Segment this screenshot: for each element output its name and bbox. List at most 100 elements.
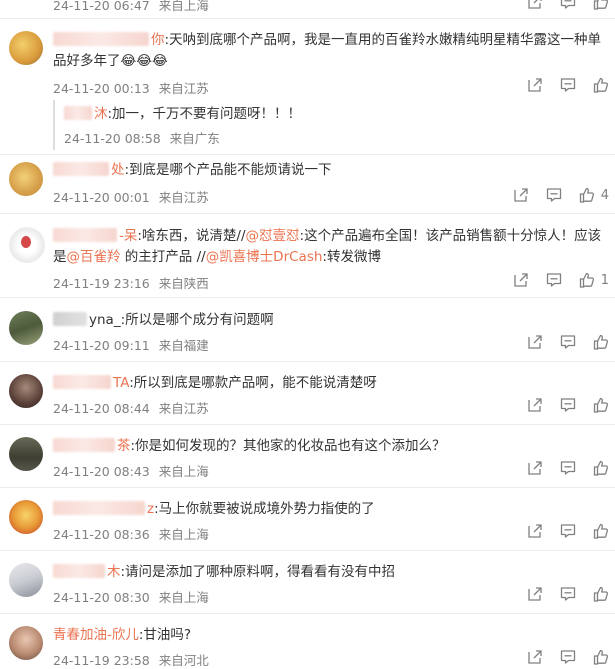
reply-time: 24-11-20 08:58 [64,131,161,146]
like-button[interactable] [593,523,609,539]
comment-text: TA:所以到底是哪款产品啊，能不能说清楚呀 [53,373,607,394]
avatar[interactable] [9,500,43,534]
avatar[interactable] [9,162,43,196]
comment-button[interactable] [560,586,576,602]
like-icon [579,187,595,203]
comment-button[interactable] [560,334,576,350]
comment-location: 来自江苏 [158,81,209,96]
mention-link[interactable]: @怼壹怼 [246,228,300,244]
reply-username[interactable]: 沐 [94,106,108,122]
comment-time: 24-11-20 00:13 [53,81,150,96]
like-button[interactable] [593,334,609,350]
share-button[interactable] [527,523,543,539]
comment-button[interactable] [560,77,576,93]
like-button[interactable] [593,77,609,93]
avatar[interactable] [9,227,45,263]
comment-actions [510,649,609,665]
username-blurred[interactable] [53,228,117,242]
avatar[interactable] [9,563,43,597]
like-button[interactable]: 1 [579,272,609,288]
comment-body: :甘油吗? [138,627,192,643]
avatar[interactable] [9,626,43,660]
comment-time: 24-11-20 06:47 [53,0,150,13]
reply-body: :加一，千万不要有问题呀！！！ [107,106,302,122]
comment-button[interactable] [560,460,576,476]
comment-button[interactable] [560,397,576,413]
divider [0,297,615,298]
share-icon [513,272,529,288]
comment-button[interactable] [546,187,562,203]
comment-text: 处:到底是哪个产品能不能烦请说一下 [53,160,607,181]
mention-link[interactable]: @百雀羚 [67,249,121,265]
comment-button[interactable] [546,272,562,288]
username[interactable]: 处 [111,162,125,178]
divider [0,361,615,362]
like-icon [593,523,609,539]
comment-time: 24-11-20 08:30 [53,590,150,605]
like-button[interactable]: 4 [579,187,609,203]
comment-icon [546,187,562,203]
comment-text: 茶:你是如何发现的？其他家的化妆品也有这个添加么？ [53,436,607,457]
avatar[interactable] [9,311,43,345]
comment-time: 24-11-20 08:43 [53,464,150,479]
share-button[interactable] [527,460,543,476]
username[interactable]: 青春加油-欣儿 [53,627,139,643]
reply-location: 来自广东 [169,131,220,146]
comment-actions [510,523,609,539]
username-blurred[interactable] [53,312,87,326]
comment-button[interactable] [560,0,576,10]
comment-text: 你:天呐到底哪个产品啊，我是一直用的百雀羚水嫩精纯明星精华露这一种单品好多年了😂… [53,30,607,72]
username-blurred[interactable] [53,375,111,389]
share-button[interactable] [513,187,529,203]
divider [0,613,615,614]
like-button[interactable] [593,460,609,476]
comment-actions [510,0,609,10]
reply-meta: 24-11-20 08:58 来自广东 [64,128,220,147]
comment-icon [546,272,562,288]
avatar[interactable] [9,374,43,408]
username[interactable]: 茶 [117,438,131,454]
username-blurred[interactable] [53,438,115,452]
share-button[interactable] [527,334,543,350]
mention-link[interactable]: @凯喜博士DrCash [206,249,323,265]
comment-button[interactable] [560,523,576,539]
comment-location: 来自福建 [158,338,209,353]
username[interactable]: 你 [151,32,165,48]
divider [0,213,615,214]
username-blurred[interactable] [64,106,92,120]
share-button[interactable] [527,77,543,93]
username-blurred[interactable] [53,32,149,46]
share-button[interactable] [527,586,543,602]
share-button[interactable] [527,397,543,413]
comment-meta: 24-11-19 23:58 来自河北 [53,650,209,669]
comment-time: 24-11-19 23:16 [53,276,150,291]
like-button[interactable] [593,0,609,10]
username[interactable]: 木 [107,564,121,580]
comment-body: :请问是添加了哪种原料啊，得看看有没有中招 [120,564,396,580]
username-blurred[interactable] [53,501,145,515]
like-button[interactable] [593,586,609,602]
share-icon [527,77,543,93]
avatar[interactable] [9,437,43,471]
comment-body: 的主打产品 // [120,249,206,265]
share-button[interactable] [527,0,543,10]
comment-meta: 24-11-20 06:47 来自上海 [53,0,209,14]
share-button[interactable] [527,649,543,665]
like-button[interactable] [593,397,609,413]
comment-location: 来自江苏 [158,190,209,205]
avatar[interactable] [9,31,43,65]
comment-location: 来自江苏 [158,401,209,416]
comment-meta: 24-11-20 09:11 来自福建 [53,335,209,354]
username[interactable]: TA [113,375,129,391]
reply-text: 沐:加一，千万不要有问题呀！！！ [64,104,447,125]
like-icon [593,649,609,665]
like-button[interactable] [593,649,609,665]
comment-button[interactable] [560,649,576,665]
username[interactable]: yna_ [89,312,121,328]
share-button[interactable] [513,272,529,288]
username[interactable]: -呆 [119,228,137,244]
like-icon [579,272,595,288]
username-blurred[interactable] [53,162,109,176]
comment-meta: 24-11-20 08:30 来自上海 [53,587,209,606]
username-blurred[interactable] [53,564,105,578]
